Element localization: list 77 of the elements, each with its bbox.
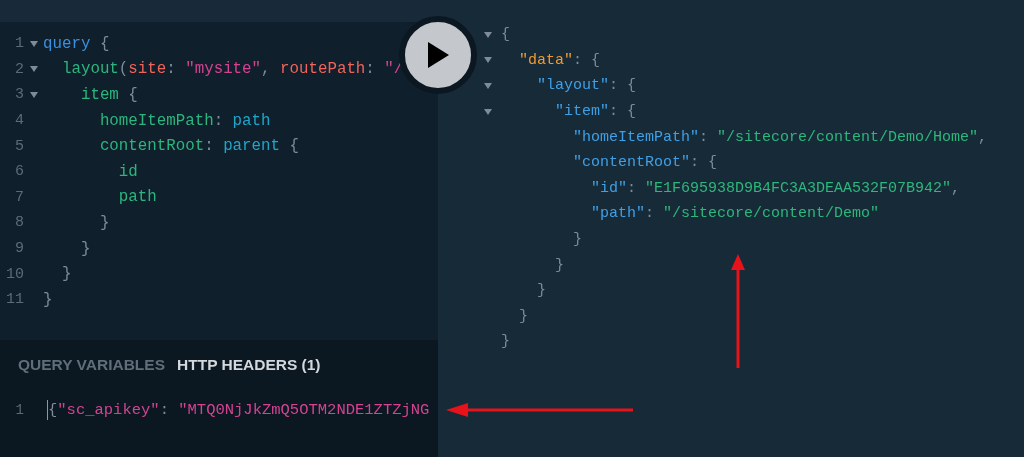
line-number: 11 bbox=[5, 291, 24, 309]
code-token: : bbox=[365, 60, 376, 79]
line-number: 5 bbox=[14, 137, 24, 155]
line-number: 9 bbox=[14, 240, 24, 258]
code-token: layout bbox=[60, 60, 119, 79]
line-number: 4 bbox=[14, 112, 24, 130]
code-token: : bbox=[159, 401, 170, 419]
code-token: { bbox=[48, 401, 58, 419]
code-token: site bbox=[128, 60, 167, 79]
code-token: path bbox=[117, 188, 157, 207]
code-token: "contentRoot" bbox=[572, 154, 691, 172]
code-token: } bbox=[98, 213, 110, 232]
code-token: { bbox=[288, 137, 299, 156]
code-token: : bbox=[204, 137, 215, 156]
code-token: "sc_apikey" bbox=[57, 401, 160, 419]
line-number: 8 bbox=[14, 214, 24, 232]
code-token: "layout" bbox=[536, 77, 610, 95]
code-token: } bbox=[43, 290, 53, 309]
code-token: : bbox=[166, 60, 177, 79]
code-token: : bbox=[699, 128, 710, 146]
code-token: "E1F695938D9B4FC3A3DEAA532F07B942" bbox=[645, 179, 952, 197]
line-number: 6 bbox=[14, 163, 24, 181]
fold-arrow-icon[interactable] bbox=[29, 92, 38, 98]
code-token: } bbox=[79, 239, 91, 258]
line-number: 7 bbox=[14, 188, 24, 206]
code-token: { bbox=[127, 86, 138, 104]
code-token: "/sitecore/content/Demo" bbox=[663, 205, 880, 223]
panel-tab[interactable]: HTTP HEADERS (1) bbox=[177, 356, 321, 374]
code-token: { bbox=[501, 26, 510, 44]
line-number: 1 bbox=[14, 35, 24, 53]
line-number: 2 bbox=[14, 60, 24, 78]
code-token: parent bbox=[223, 137, 280, 156]
text-cursor bbox=[47, 400, 48, 420]
code-token: } bbox=[536, 282, 546, 300]
code-token: : { bbox=[609, 103, 637, 121]
fold-arrow-icon[interactable] bbox=[29, 66, 38, 73]
fold-arrow-icon[interactable] bbox=[484, 83, 492, 89]
code-token: : bbox=[627, 179, 638, 197]
code-token: path bbox=[232, 111, 271, 130]
code-token: "MTQ0NjJkZmQ5OTM2NDE1ZTZjNG bbox=[178, 401, 430, 419]
code-token: } bbox=[572, 231, 582, 249]
code-token: ( bbox=[118, 60, 129, 79]
code-token: "homeItemPath" bbox=[572, 128, 700, 146]
code-token: { bbox=[98, 34, 110, 53]
code-token: , bbox=[978, 128, 988, 146]
code-token: homeItemPath bbox=[98, 111, 214, 130]
code-token: routePath bbox=[280, 60, 366, 79]
code-token: id bbox=[117, 162, 138, 181]
fold-arrow-icon[interactable] bbox=[484, 57, 492, 64]
code-token: "/sitecore/content/Demo/Home" bbox=[717, 128, 979, 146]
play-icon bbox=[425, 41, 451, 69]
code-token: , bbox=[261, 60, 272, 79]
code-token: : { bbox=[609, 77, 637, 95]
code-token: query bbox=[43, 34, 91, 53]
code-token: } bbox=[60, 265, 72, 284]
code-token: } bbox=[518, 307, 528, 325]
code-token: : { bbox=[690, 154, 718, 172]
line-number: 3 bbox=[14, 86, 24, 104]
fold-arrow-icon[interactable] bbox=[484, 108, 492, 115]
code-token: } bbox=[554, 256, 564, 274]
code-token: : bbox=[213, 111, 225, 130]
code-token: "data" bbox=[518, 51, 573, 69]
code-token: , bbox=[951, 179, 961, 197]
panel-tab[interactable]: QUERY VARIABLES bbox=[18, 356, 165, 374]
line-number: 10 bbox=[5, 265, 24, 283]
code-token: : bbox=[645, 205, 656, 223]
code-token: : { bbox=[573, 51, 601, 69]
fold-arrow-icon[interactable] bbox=[29, 40, 38, 47]
code-token: item bbox=[79, 86, 119, 104]
line-number: 1 bbox=[14, 402, 24, 418]
code-token: "item" bbox=[554, 103, 610, 121]
code-token: } bbox=[501, 333, 510, 351]
code-token: "mysite" bbox=[185, 60, 262, 79]
code-token: "path" bbox=[590, 205, 646, 223]
code-token: contentRoot bbox=[98, 137, 205, 156]
fold-arrow-icon[interactable] bbox=[484, 31, 492, 38]
code-token: "id" bbox=[590, 179, 628, 197]
